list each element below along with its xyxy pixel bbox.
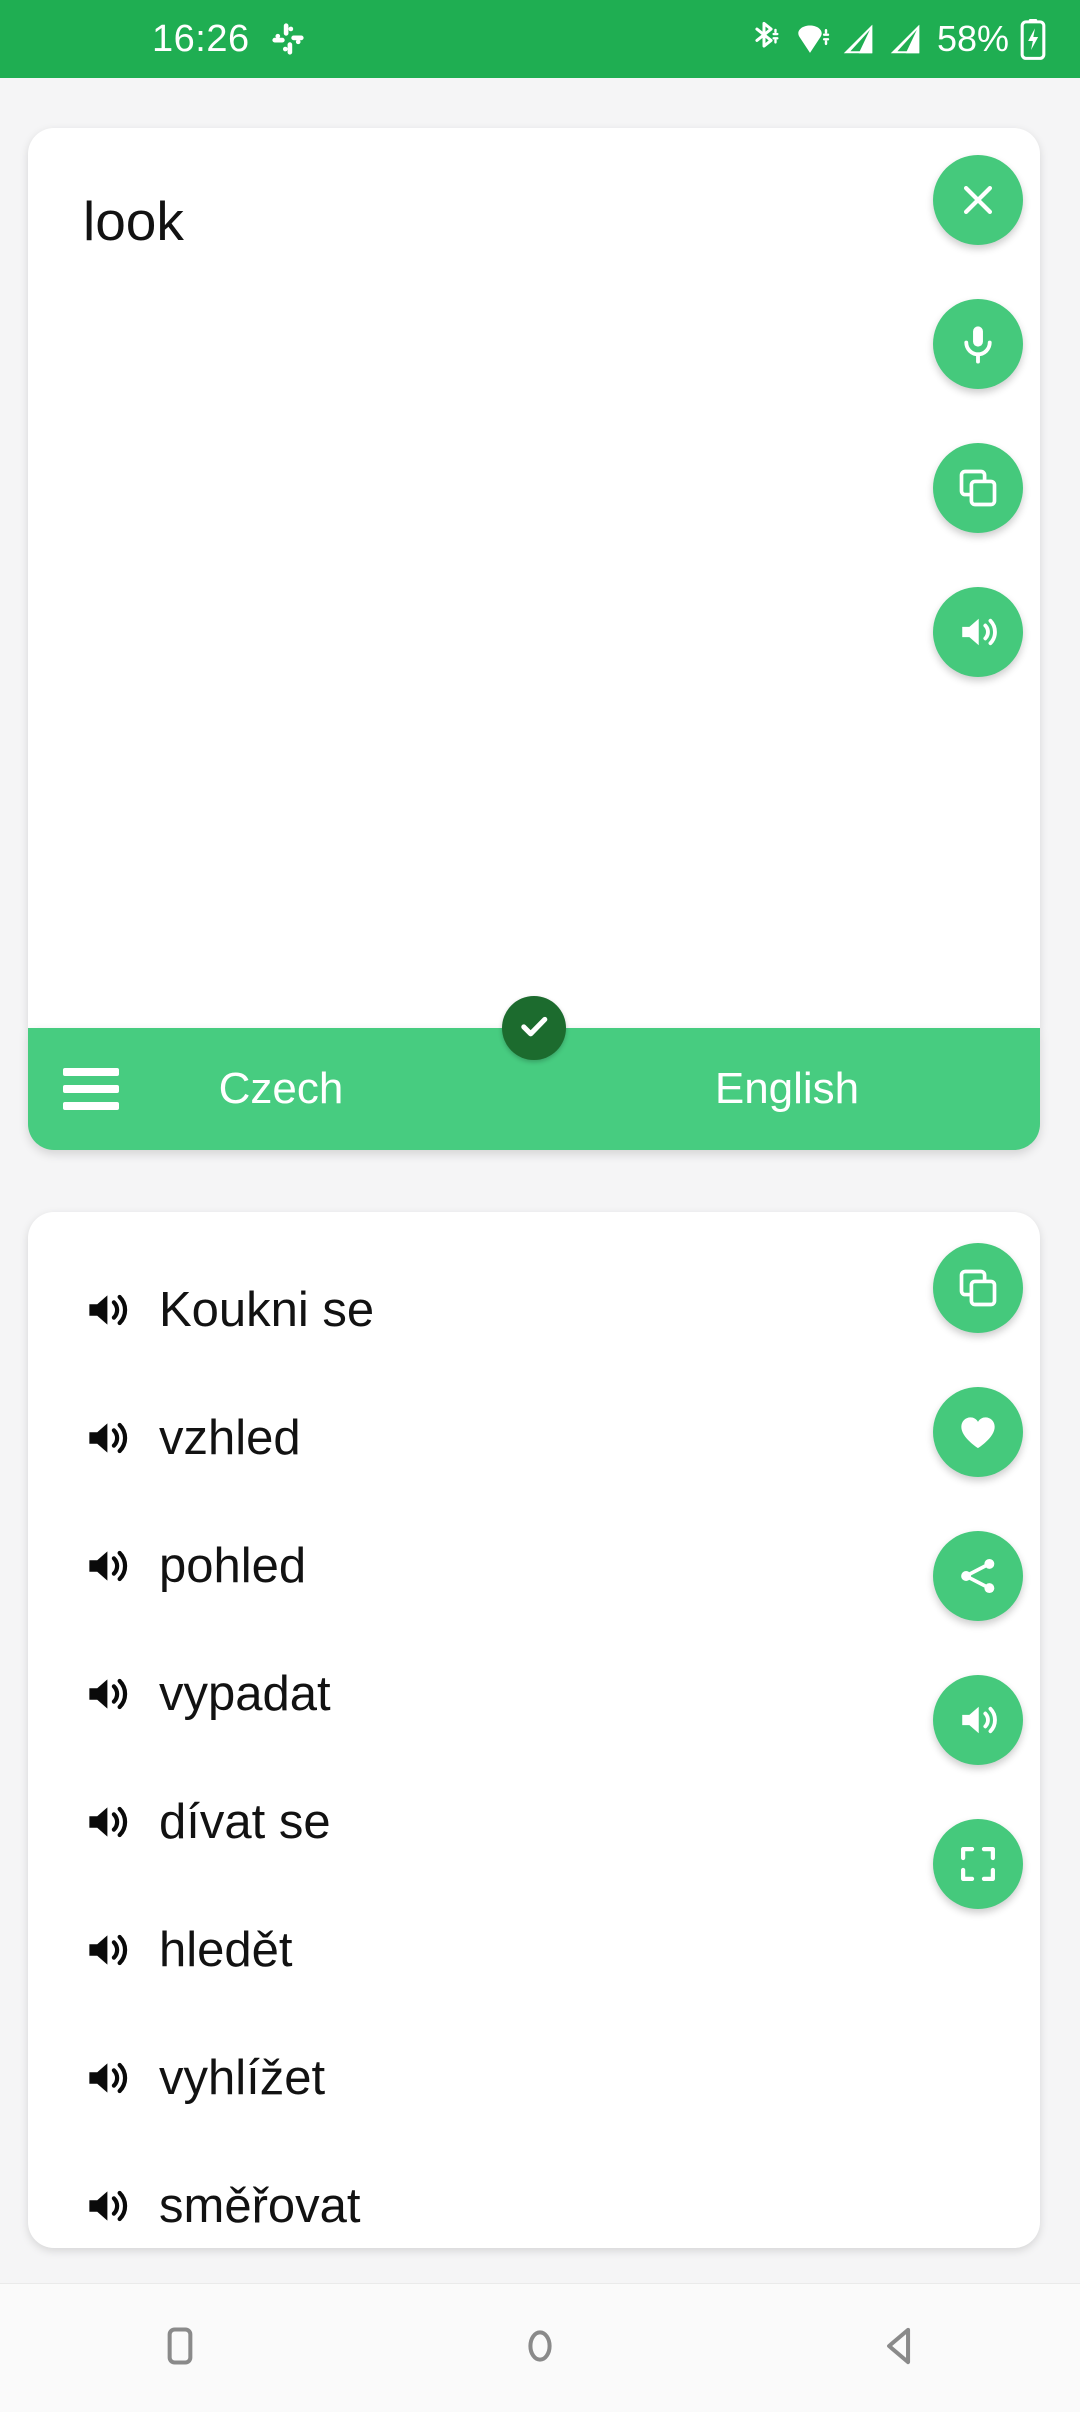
status-bar-left: 16:26 bbox=[152, 20, 306, 58]
check-icon bbox=[516, 1008, 552, 1049]
list-item[interactable]: dívat se bbox=[28, 1758, 888, 1886]
list-item-label: vypadat bbox=[159, 1666, 331, 1721]
android-navigation-bar bbox=[0, 2283, 1080, 2412]
copy-button[interactable] bbox=[933, 1243, 1023, 1333]
source-selected-badge bbox=[502, 996, 566, 1060]
close-button[interactable] bbox=[933, 155, 1023, 245]
circle-icon bbox=[517, 2323, 563, 2374]
source-text[interactable]: look bbox=[83, 188, 184, 254]
favorite-button[interactable] bbox=[933, 1387, 1023, 1477]
slack-icon bbox=[270, 21, 306, 57]
source-language-selector[interactable]: Czech bbox=[28, 1064, 534, 1114]
signal-sim1-icon bbox=[839, 20, 877, 58]
target-language-selector[interactable]: English bbox=[534, 1064, 1040, 1114]
speaker-icon[interactable] bbox=[83, 2054, 131, 2102]
speaker-icon[interactable] bbox=[83, 1542, 131, 1590]
battery-percent-label: 58% bbox=[936, 18, 1009, 59]
speaker-icon[interactable] bbox=[83, 2182, 131, 2230]
share-button[interactable] bbox=[933, 1531, 1023, 1621]
list-item-label: Koukni se bbox=[159, 1282, 375, 1337]
signal-sim2-icon bbox=[886, 20, 924, 58]
fullscreen-button[interactable] bbox=[933, 1819, 1023, 1909]
list-item-label: hledět bbox=[159, 1922, 293, 1977]
list-item[interactable]: hledět bbox=[28, 1886, 888, 2014]
list-item[interactable]: vzhled bbox=[28, 1374, 888, 1502]
status-time: 16:26 bbox=[152, 18, 250, 60]
input-card[interactable]: look bbox=[28, 128, 1040, 1028]
triangle-left-icon bbox=[877, 2323, 923, 2374]
square-icon bbox=[157, 2323, 203, 2374]
back-button[interactable] bbox=[720, 2284, 1080, 2412]
list-item-label: směřovat bbox=[159, 2178, 361, 2233]
app-screen: 16:26 58% look Czech English Koukni se v… bbox=[0, 0, 1080, 2412]
list-item-label: vyhlížet bbox=[159, 2050, 326, 2105]
speaker-icon[interactable] bbox=[83, 1670, 131, 1718]
speaker-icon[interactable] bbox=[83, 1286, 131, 1334]
copy-button[interactable] bbox=[933, 443, 1023, 533]
translation-results-list: Koukni se vzhled pohled vypadat dívat se… bbox=[28, 1212, 888, 2270]
speaker-icon[interactable] bbox=[83, 1414, 131, 1462]
list-item[interactable]: vypadat bbox=[28, 1630, 888, 1758]
list-item[interactable]: pohled bbox=[28, 1502, 888, 1630]
microphone-button[interactable] bbox=[933, 299, 1023, 389]
battery-charging-icon bbox=[1020, 18, 1046, 60]
home-button[interactable] bbox=[360, 2284, 720, 2412]
list-item-label: pohled bbox=[159, 1538, 307, 1593]
results-card: Koukni se vzhled pohled vypadat dívat se… bbox=[28, 1212, 1040, 2248]
recents-button[interactable] bbox=[0, 2284, 360, 2412]
status-bar: 16:26 58% bbox=[0, 0, 1080, 78]
list-item[interactable]: Koukni se bbox=[28, 1246, 888, 1374]
list-item[interactable]: vyhlížet bbox=[28, 2014, 888, 2142]
list-item[interactable]: směřovat bbox=[28, 2142, 888, 2270]
speak-button[interactable] bbox=[933, 1675, 1023, 1765]
wifi-icon bbox=[790, 19, 830, 59]
speaker-icon[interactable] bbox=[83, 1926, 131, 1974]
speaker-icon[interactable] bbox=[83, 1798, 131, 1846]
speak-button[interactable] bbox=[933, 587, 1023, 677]
bluetooth-icon bbox=[747, 19, 781, 59]
language-bar: Czech English bbox=[28, 996, 1040, 1150]
list-item-label: vzhled bbox=[159, 1410, 301, 1465]
status-bar-right: 58% bbox=[747, 18, 1046, 60]
list-item-label: dívat se bbox=[159, 1794, 331, 1849]
